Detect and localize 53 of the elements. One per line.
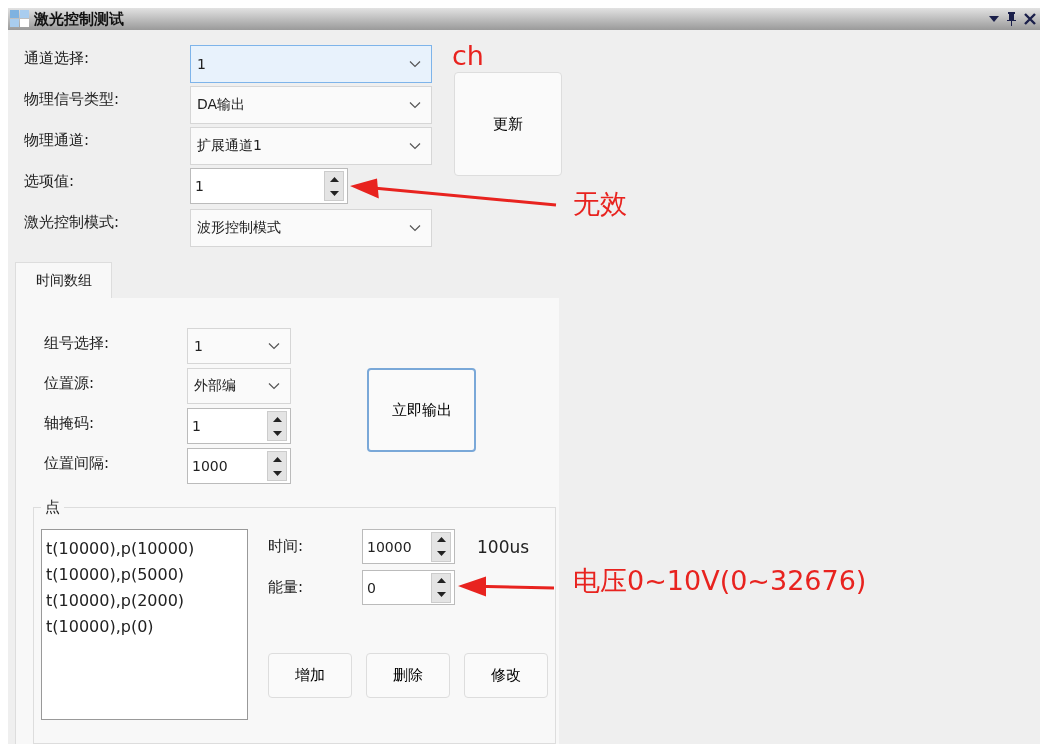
list-item[interactable]: t(10000),p(5000) (46, 562, 185, 588)
field-label: 能量: (268, 578, 305, 597)
spinner-buttons[interactable] (324, 171, 344, 201)
list-item[interactable]: t(10000),p(10000) (46, 536, 195, 562)
window-title: 激光控制测试 (34, 9, 125, 29)
number-field[interactable]: 1 (190, 168, 348, 204)
list-item[interactable]: t(10000),p(0) (46, 614, 154, 640)
spinner-buttons[interactable] (267, 411, 287, 441)
field-label: 物理通道: (24, 130, 91, 150)
dropdown[interactable]: 波形控制模式 (190, 209, 432, 247)
field-label: 组号选择: (44, 333, 111, 353)
spinner-buttons[interactable] (431, 531, 451, 562)
chevron-down-icon (268, 342, 280, 350)
number-field[interactable]: 0 (362, 570, 455, 605)
list-item[interactable]: t(10000),p(2000) (46, 588, 185, 614)
window-icon (10, 10, 30, 28)
number-field[interactable]: 10000 (362, 529, 455, 564)
field-label: 时间: (268, 537, 305, 556)
unit-label: 100us (477, 536, 530, 557)
field-label: 位置源: (44, 373, 96, 393)
field-label: 物理信号类型: (24, 89, 121, 109)
output-now-button[interactable]: 立即输出 (367, 368, 476, 452)
dropdown[interactable]: DA输出 (190, 86, 432, 124)
chevron-down-icon (409, 224, 421, 232)
number-field[interactable]: 1 (187, 408, 291, 444)
annotation-text: ch (452, 40, 484, 71)
update-button[interactable]: 更新 (454, 72, 562, 176)
dropdown[interactable]: 外部编 (187, 368, 291, 404)
tab[interactable]: 时间数组 (15, 262, 112, 298)
number-field[interactable]: 1000 (187, 448, 291, 484)
field-label: 激光控制模式: (24, 212, 121, 232)
action-button[interactable]: 删除 (366, 653, 450, 698)
spinner-buttons[interactable] (431, 572, 451, 603)
spinner-buttons[interactable] (267, 451, 287, 481)
field-label: 轴掩码: (44, 413, 96, 433)
chevron-down-icon (268, 382, 280, 390)
field-label: 通道选择: (24, 48, 91, 68)
group-title: 点 (44, 498, 61, 517)
annotation-text: 无效 (573, 187, 627, 221)
dropdown-icon[interactable] (989, 16, 999, 22)
action-button[interactable]: 增加 (268, 653, 352, 698)
close-icon[interactable] (1024, 13, 1036, 25)
action-button[interactable]: 修改 (464, 653, 548, 698)
field-label: 位置间隔: (44, 453, 111, 473)
chevron-down-icon (409, 60, 421, 68)
dropdown[interactable]: 1 (190, 45, 432, 83)
chevron-down-icon (409, 142, 421, 150)
dropdown[interactable]: 1 (187, 328, 291, 364)
dropdown[interactable]: 扩展通道1 (190, 127, 432, 165)
pin-icon[interactable] (1007, 12, 1016, 26)
annotation-text: 电压0~10V(0~32676) (573, 564, 867, 598)
chevron-down-icon (409, 101, 421, 109)
field-label: 选项值: (24, 171, 76, 191)
